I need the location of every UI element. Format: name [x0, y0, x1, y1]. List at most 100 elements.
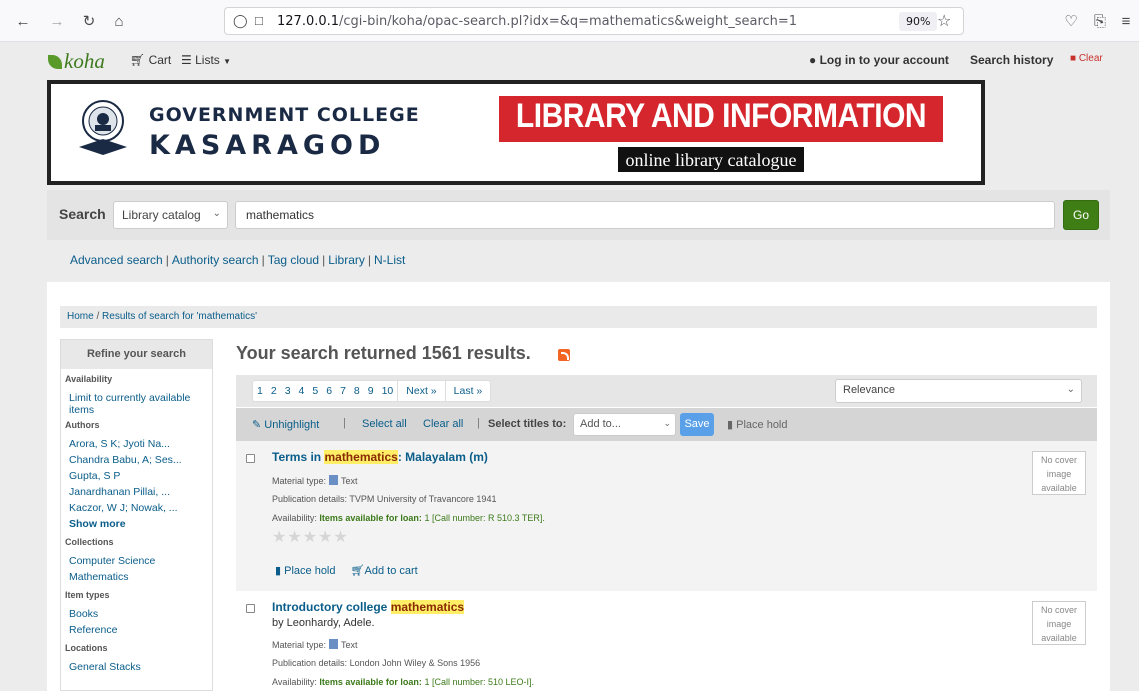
title-text: Terms in [272, 450, 325, 464]
page-link[interactable]: 2 [267, 381, 281, 401]
facet-available-items[interactable]: Limit to currently available items [69, 392, 212, 416]
facet-collection[interactable]: Computer Science [69, 553, 212, 569]
extensions-icon[interactable]: ⎘ [1089, 10, 1111, 32]
result-author: by Leonhardy, Adele. [272, 617, 375, 629]
place-hold-label: Place hold [284, 565, 336, 577]
search-highlight: mathematics [390, 600, 465, 614]
shield-icon[interactable]: ◯ [233, 13, 248, 29]
save-button[interactable]: Save [680, 413, 714, 436]
clear-all-link[interactable]: Clear all [423, 418, 463, 430]
show-more-authors[interactable]: Show more [69, 516, 212, 532]
authority-search-link[interactable]: Authority search [172, 253, 259, 267]
facet-itemtype[interactable]: Books [69, 606, 212, 622]
selection-toolbar: ✎ Unhighlight | Select all Clear all | S… [236, 408, 1097, 441]
advanced-search-link[interactable]: Advanced search [70, 253, 163, 267]
publication-details: Publication details: TVPM University of … [272, 494, 496, 504]
pencil-icon: ✎ [252, 419, 262, 431]
facet-author[interactable]: Chandra Babu, A; Ses... [69, 452, 212, 468]
breadcrumb-current[interactable]: Results of search for 'mathematics' [102, 311, 257, 322]
bookmark-star-icon[interactable]: ☆ [937, 11, 951, 31]
result-title-link[interactable]: Introductory college mathematics [272, 600, 465, 614]
search-bar: Search Library catalog ⌄ mathematics Go [47, 190, 1110, 240]
result-checkbox[interactable] [246, 454, 255, 463]
address-bar[interactable]: ◯ □ 127.0.0.1/cgi-bin/koha/opac-search.p… [224, 7, 964, 35]
nlist-link[interactable]: N-List [374, 253, 405, 267]
zoom-level[interactable]: 90% [899, 12, 938, 31]
search-label: Search [59, 206, 106, 222]
sort-select[interactable]: Relevance ⌄ [835, 379, 1082, 403]
lists-dropdown[interactable]: ☰ Lists ▼ [181, 53, 231, 67]
page-link[interactable]: 8 [350, 381, 364, 401]
trash-icon: ■ [1070, 53, 1077, 64]
facet-itemtype[interactable]: Reference [69, 622, 212, 638]
search-history-link[interactable]: Search history [970, 53, 1053, 67]
library-link[interactable]: Library [328, 253, 365, 267]
search-input[interactable]: mathematics [235, 201, 1055, 229]
page-link[interactable]: 4 [295, 381, 309, 401]
page-icon[interactable]: □ [255, 13, 263, 28]
star-rating[interactable]: ★★★★★ [272, 527, 349, 547]
select-titles-label: Select titles to: [488, 418, 567, 430]
forward-arrow-icon[interactable]: → [46, 10, 68, 32]
refine-sidebar: Refine your search Availability Limit to… [60, 339, 213, 691]
select-all-link[interactable]: Select all [362, 418, 407, 430]
main-content: Home / Results of search for 'mathematic… [47, 282, 1110, 691]
facet-author[interactable]: Gupta, S P [69, 468, 212, 484]
caret-down-icon: ▼ [223, 57, 232, 66]
pub-label: Publication details: [272, 494, 348, 504]
koha-logo[interactable]: koha [48, 49, 105, 74]
facet-author[interactable]: Kaczor, W J; Nowak, ... [69, 500, 212, 516]
material-value: Text [341, 640, 358, 650]
pocket-icon[interactable]: ♡ [1060, 10, 1082, 32]
facet-collection[interactable]: Mathematics [69, 569, 212, 585]
facet-author[interactable]: Janardhanan Pillai, ... [69, 484, 212, 500]
page-link[interactable]: 9 [364, 381, 378, 401]
login-link[interactable]: ● Log in to your account [809, 53, 949, 67]
cart-button[interactable]: 🛒︎ Cart [130, 53, 171, 67]
facet-author[interactable]: Arora, S K; Jyoti Na... [69, 436, 212, 452]
page-link[interactable]: 3 [281, 381, 295, 401]
chevron-down-icon: ⌄ [663, 418, 671, 428]
availability: Availability: Items available for loan: … [272, 677, 534, 687]
add-to-select[interactable]: Add to... ⌄ [573, 413, 676, 436]
add-to-cart-link[interactable]: 🛒︎Add to cart [351, 565, 418, 577]
tag-cloud-link[interactable]: Tag cloud [268, 253, 319, 267]
next-page-link[interactable]: Next » [397, 381, 444, 401]
facet-title-availability: Availability [65, 374, 113, 384]
last-page-link[interactable]: Last » [444, 381, 491, 401]
home-icon[interactable]: ⌂ [108, 10, 130, 32]
page-link[interactable]: 1 [253, 381, 267, 401]
menu-icon[interactable]: ≡ [1115, 10, 1137, 32]
breadcrumb-home[interactable]: Home [67, 311, 94, 322]
koha-logo-text: koha [64, 49, 105, 73]
page-link[interactable]: 6 [322, 381, 336, 401]
result-checkbox[interactable] [246, 604, 255, 613]
facet-title-collections: Collections [65, 537, 114, 547]
chevron-down-icon: ⌄ [212, 208, 221, 219]
place-hold-toolbar-button[interactable]: ▮ Place hold [727, 418, 788, 431]
url-text[interactable]: 127.0.0.1/cgi-bin/koha/opac-search.pl?id… [277, 14, 797, 29]
result-title-link[interactable]: Terms in mathematics: Malayalam (m) [272, 450, 488, 464]
place-hold-link[interactable]: ▮ Place hold [275, 565, 336, 577]
reload-icon[interactable]: ↻ [78, 10, 100, 32]
pub-label: Publication details: [272, 658, 348, 668]
search-scope-value: Library catalog [122, 208, 201, 222]
library-title-box: LIBRARY AND INFORMATION CENTER [499, 96, 943, 174]
unhighlight-button[interactable]: ✎ Unhighlight [252, 418, 319, 431]
facet-location[interactable]: General Stacks [69, 659, 212, 675]
material-value: Text [341, 476, 358, 486]
page-link[interactable]: 7 [336, 381, 350, 401]
clear-history-link[interactable]: ■ Clear [1070, 53, 1103, 64]
rss-feed-icon[interactable] [558, 349, 570, 361]
page-link[interactable]: 10 [378, 381, 398, 401]
results-summary: Your search returned 1561 results. [236, 343, 531, 363]
title-text: : Malayalam (m) [397, 450, 488, 464]
material-type: Material type: Text [272, 639, 358, 650]
college-name-line2: KASARAGOD [149, 130, 386, 161]
go-button[interactable]: Go [1063, 200, 1099, 230]
page-link[interactable]: 5 [308, 381, 322, 401]
availability: Availability: Items available for loan: … [272, 513, 545, 523]
list-icon: ☰ [181, 53, 192, 67]
back-arrow-icon[interactable]: ← [12, 10, 34, 32]
search-scope-select[interactable]: Library catalog ⌄ [113, 201, 228, 229]
